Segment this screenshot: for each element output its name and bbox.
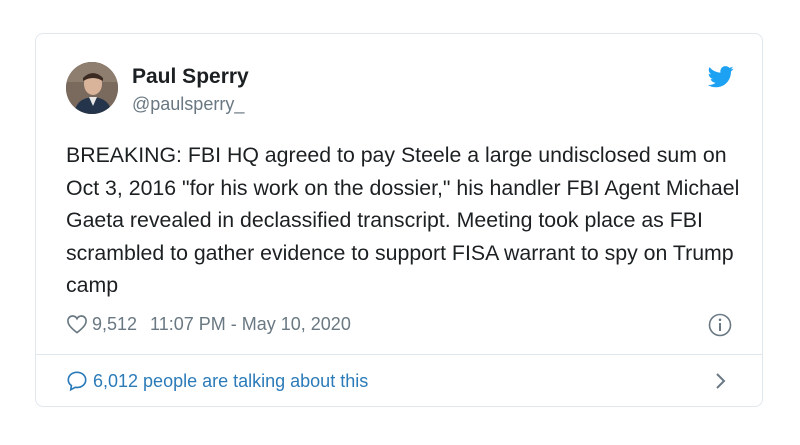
speech-bubble-icon [67, 371, 87, 392]
tweet-meta: 9,512 11:07 PM - May 10, 2020 [66, 312, 351, 336]
talking-text: 6,012 people are talking about this [93, 370, 369, 391]
divider [36, 354, 762, 355]
avatar-photo [66, 62, 118, 114]
twitter-bird-icon[interactable] [708, 66, 734, 88]
avatar[interactable] [66, 62, 118, 114]
talking-link[interactable]: 6,012 people are talking about this [66, 370, 368, 392]
tweet-card: Paul Sperry @paulsperry_ BREAKING: FBI H… [35, 33, 763, 407]
author-name[interactable]: Paul Sperry [132, 65, 249, 89]
info-icon[interactable] [708, 313, 732, 337]
like-count[interactable]: 9,512 [92, 314, 137, 335]
chevron-right-icon[interactable] [712, 370, 728, 392]
tweet-text: BREAKING: FBI HQ agreed to pay Steele a … [66, 143, 740, 297]
tweet-timestamp[interactable]: 11:07 PM - May 10, 2020 [150, 314, 351, 335]
heart-icon[interactable] [66, 314, 88, 334]
author-handle[interactable]: @paulsperry_ [132, 93, 244, 115]
